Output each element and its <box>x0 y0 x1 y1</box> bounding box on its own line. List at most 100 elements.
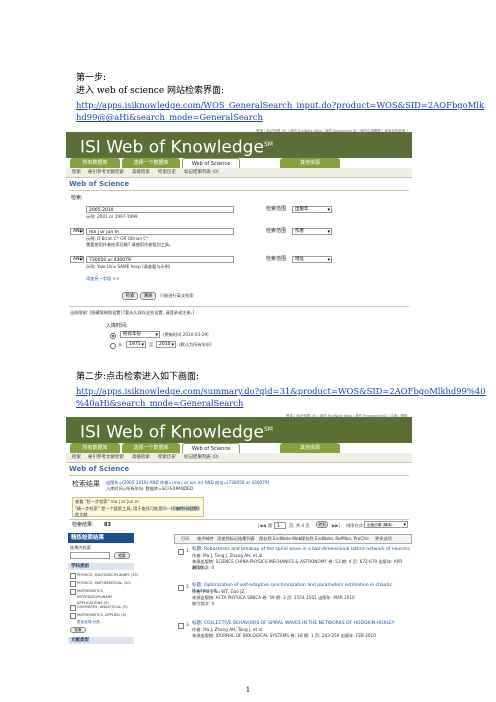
results-toolbar: 打印 电子邮件 添加到标记结果列表 保存到 EndNote Web 保存到 En… <box>174 534 412 544</box>
add-field-link[interactable]: 添加另一字段 >> <box>86 276 119 282</box>
field-select-3[interactable]: 地址 <box>292 256 332 263</box>
subnav-search[interactable]: 检索 <box>72 168 81 177</box>
tab-web-of-science[interactable]: Web of Science <box>182 158 240 168</box>
refine-input[interactable] <box>70 552 110 559</box>
tab-all-databases[interactable]: 所有数据库 <box>70 443 120 453</box>
time-update-note: (更新时间 2010-03-29) <box>163 332 209 337</box>
facet-checkbox[interactable] <box>70 573 76 579</box>
result-cited: 被引频次: 0 <box>192 565 215 570</box>
clear-button[interactable]: 清除 <box>140 292 156 300</box>
print-button[interactable]: 打印 <box>181 536 189 542</box>
subnav-cited-ref-search[interactable]: 被引参考文献检索 <box>88 168 124 177</box>
url2-link-line1[interactable]: http://apps.isiknowledge.com/summary.do?… <box>76 386 486 397</box>
facet-subject[interactable]: 学科类别 <box>68 563 134 570</box>
document-page: { "doc": { "step1": "第一步:", "step1_desc"… <box>0 0 496 702</box>
subnav-advanced-search[interactable]: 高级检索 <box>132 168 150 177</box>
search-hint-3: 示例: Yale Univ SAME hosp (请查看与示例) <box>86 264 171 269</box>
screenshot-general-search: ISI Web of KnowledgeSM 登录 | 标记列表 (0) | 我… <box>66 128 412 364</box>
tab-select-database[interactable]: 选择一个数据库 <box>122 443 180 453</box>
header-links[interactable]: 登录 | 标记列表 (0) | 我的 EndNote Web | 我的 Rese… <box>256 128 412 140</box>
time-to-label: 至 <box>149 342 154 347</box>
tab-all-databases[interactable]: 所有数据库 <box>70 158 120 168</box>
author-finder-box: 查看 "检一步检索" ma j or jun m "精一步检索" 是一个搜索工具… <box>72 497 204 517</box>
url2-link-line2[interactable]: %40aHi&search_mode=GeneralSearch <box>76 398 243 409</box>
result-source: 来源出版物: SCIENCE CHINA-PHYSICS MECHANICS &… <box>192 559 403 570</box>
wos-title: Web of Science <box>69 180 130 188</box>
subnav-advanced-search[interactable]: 高级检索 <box>132 453 150 462</box>
result-number: 2. <box>186 584 190 589</box>
facet-item: CHEMISTRY, ANALYTICAL (5) <box>77 605 128 609</box>
save-endnote-button[interactable]: 保存到 EndNote, RefMan, ProCite <box>301 536 369 542</box>
email-button[interactable]: 电子邮件 <box>197 536 214 542</box>
result-checkbox[interactable] <box>178 585 184 591</box>
results-label: 检索结果 <box>72 480 100 488</box>
facet-checkbox[interactable] <box>70 613 76 619</box>
divider <box>69 475 409 476</box>
pager-first-icon[interactable]: |◀◀ <box>258 523 266 529</box>
step1-description: 进入 web of science 网站检索界面: <box>76 86 225 96</box>
time-from-label: 从 <box>118 342 123 347</box>
author-finder-learn-more[interactable]: (了解更多信息) <box>171 506 199 512</box>
divider <box>69 306 409 307</box>
result-source: 来源出版物: ACTA PHYSICA SINICA 卷: 59 期: 3 页:… <box>192 595 355 600</box>
more-options-button[interactable]: 更多选项 <box>375 536 392 542</box>
subnav-marked-list[interactable]: 标记结果列表 (0) <box>184 453 219 462</box>
tab-other-resources[interactable]: 其他资源 <box>280 443 340 453</box>
search-input-2[interactable]: ma j or jun m <box>86 228 234 235</box>
bool-select-3[interactable]: AND <box>70 256 84 263</box>
divider <box>69 519 409 520</box>
search-input-1[interactable]: 2005-2010 <box>86 206 234 213</box>
field-label-1: 检索范围 <box>266 206 287 212</box>
facet-checkbox[interactable] <box>70 581 76 587</box>
search-button[interactable]: 检索 <box>122 292 138 300</box>
sort-select[interactable]: 出版日期 (降序) <box>364 521 408 528</box>
refine-header: 精炼检索结果 <box>68 533 134 543</box>
tab-web-of-science[interactable]: Web of Science <box>182 443 240 453</box>
url1-link-line2[interactable]: hd99@@aHi&search_mode=GeneralSearch <box>76 112 263 123</box>
field-label-3: 检索范围 <box>266 256 287 262</box>
search-input-3[interactable]: 730050 or 430079 <box>86 256 234 263</box>
facet-checkbox[interactable] <box>70 589 76 595</box>
subnav-search-history[interactable]: 检索历史 <box>158 168 176 177</box>
bool-select-2[interactable]: AND <box>70 228 84 235</box>
save-endnote-web-button[interactable]: 保存到 EndNote Web <box>259 536 301 542</box>
field-select-1[interactable]: 出版年 <box>292 206 332 213</box>
facet-refine-button[interactable]: 检索 <box>70 627 86 633</box>
add-marked-button[interactable]: 添加到标记结果列表 <box>217 536 255 542</box>
time-radio-all[interactable] <box>110 333 116 339</box>
time-select-all[interactable]: 所有年份 <box>120 331 160 338</box>
header-links[interactable]: 登录 | 标记列表 (0) | 我的 EndNote Web | 我的 Rese… <box>286 413 407 419</box>
subnav-cited-ref-search[interactable]: 被引参考文献检索 <box>88 453 124 462</box>
time-radio-range[interactable] <box>110 343 116 349</box>
pager-next-icon[interactable]: ▶▶| <box>332 523 340 529</box>
time-from-select[interactable]: 1975 <box>126 341 146 348</box>
result-cited: 被引频次: 0 <box>192 601 215 606</box>
time-range-note: (默认为所有年份) <box>179 342 212 347</box>
current-limits[interactable]: 当前限制: [隐藏限制和设置] [要永久保存这些设置, 请登录或注册。] <box>70 310 194 316</box>
page-label: 第 <box>268 523 273 528</box>
sort-label: 排序方式: <box>346 523 365 528</box>
page-input[interactable]: 1 <box>274 522 286 529</box>
step2-heading: 第二步:点击检索进入如下画面: <box>76 372 200 382</box>
facet-more-link[interactable]: 更多选项/分类... <box>77 619 103 625</box>
isi-logo: ISI Web of KnowledgeSM <box>80 422 273 443</box>
refine-button[interactable]: 检索 <box>114 552 130 559</box>
field-select-2[interactable]: 作者 <box>292 228 332 235</box>
subnav-search[interactable]: 检索 <box>72 453 81 462</box>
result-checkbox[interactable] <box>178 549 184 555</box>
result-number: 1. <box>186 548 190 553</box>
page-total: 页, 共 4 页 <box>289 523 310 528</box>
time-to-select[interactable]: 2010 <box>156 341 176 348</box>
result-checkbox[interactable] <box>178 623 184 629</box>
search-hint-1: 示例: 2001 or 1997-1999 <box>86 214 138 219</box>
facet-checkbox[interactable] <box>70 605 76 611</box>
subnav-marked-list[interactable]: 标记结果列表 (0) <box>184 168 219 177</box>
subnav-search-history[interactable]: 检索历史 <box>158 453 176 462</box>
db-tabs: 所有数据库 选择一个数据库 Web of Science 其他资源 <box>66 443 412 453</box>
tab-select-database[interactable]: 选择一个数据库 <box>122 158 180 168</box>
facet-doc-type[interactable]: 文献类型 <box>68 637 134 644</box>
url1-link-line1[interactable]: http://apps.isiknowledge.com/WOS_General… <box>76 100 484 111</box>
refine-within-label: 结果内检索 <box>70 545 91 550</box>
tab-other-resources[interactable]: 其他资源 <box>280 158 340 168</box>
go-button[interactable]: 转到 <box>316 521 328 528</box>
